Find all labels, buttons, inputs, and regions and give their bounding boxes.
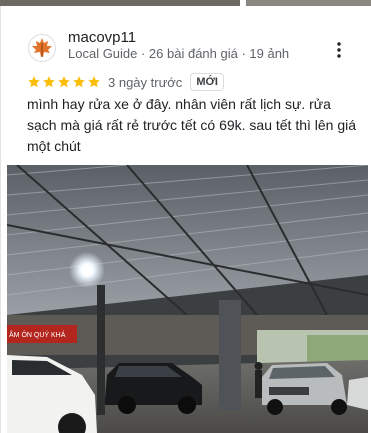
rating-row: 3 ngày trước MỚI — [27, 73, 224, 91]
garage-sign-text: ÂM ÔN QUÝ KHÁ — [9, 330, 66, 339]
star-icon — [57, 75, 71, 89]
author-name[interactable]: macovp11 — [68, 29, 136, 46]
star-icon — [42, 75, 56, 89]
maple-leaf-icon — [29, 35, 55, 61]
more-options-button[interactable] — [331, 41, 347, 59]
review-text: mình hay rửa xe ở đây. nhân viên rất lịc… — [27, 96, 357, 154]
star-icon — [27, 75, 41, 89]
author-meta[interactable]: Local Guide · 26 bài đánh giá · 19 ảnh — [68, 46, 289, 61]
review-time: 3 ngày trước — [108, 74, 183, 90]
more-vert-icon — [337, 42, 341, 58]
star-icon — [72, 75, 86, 89]
new-badge: MỚI — [190, 73, 224, 91]
star-icon — [87, 75, 101, 89]
review-card: macovp11 Local Guide · 26 bài đánh giá ·… — [0, 6, 371, 433]
star-rating — [27, 75, 101, 89]
author-avatar[interactable] — [28, 34, 56, 62]
car-wash-garage-photo: ÂM ÔN QUÝ KHÁ — [7, 165, 368, 433]
review-photo[interactable]: ÂM ÔN QUÝ KHÁ — [7, 165, 368, 433]
